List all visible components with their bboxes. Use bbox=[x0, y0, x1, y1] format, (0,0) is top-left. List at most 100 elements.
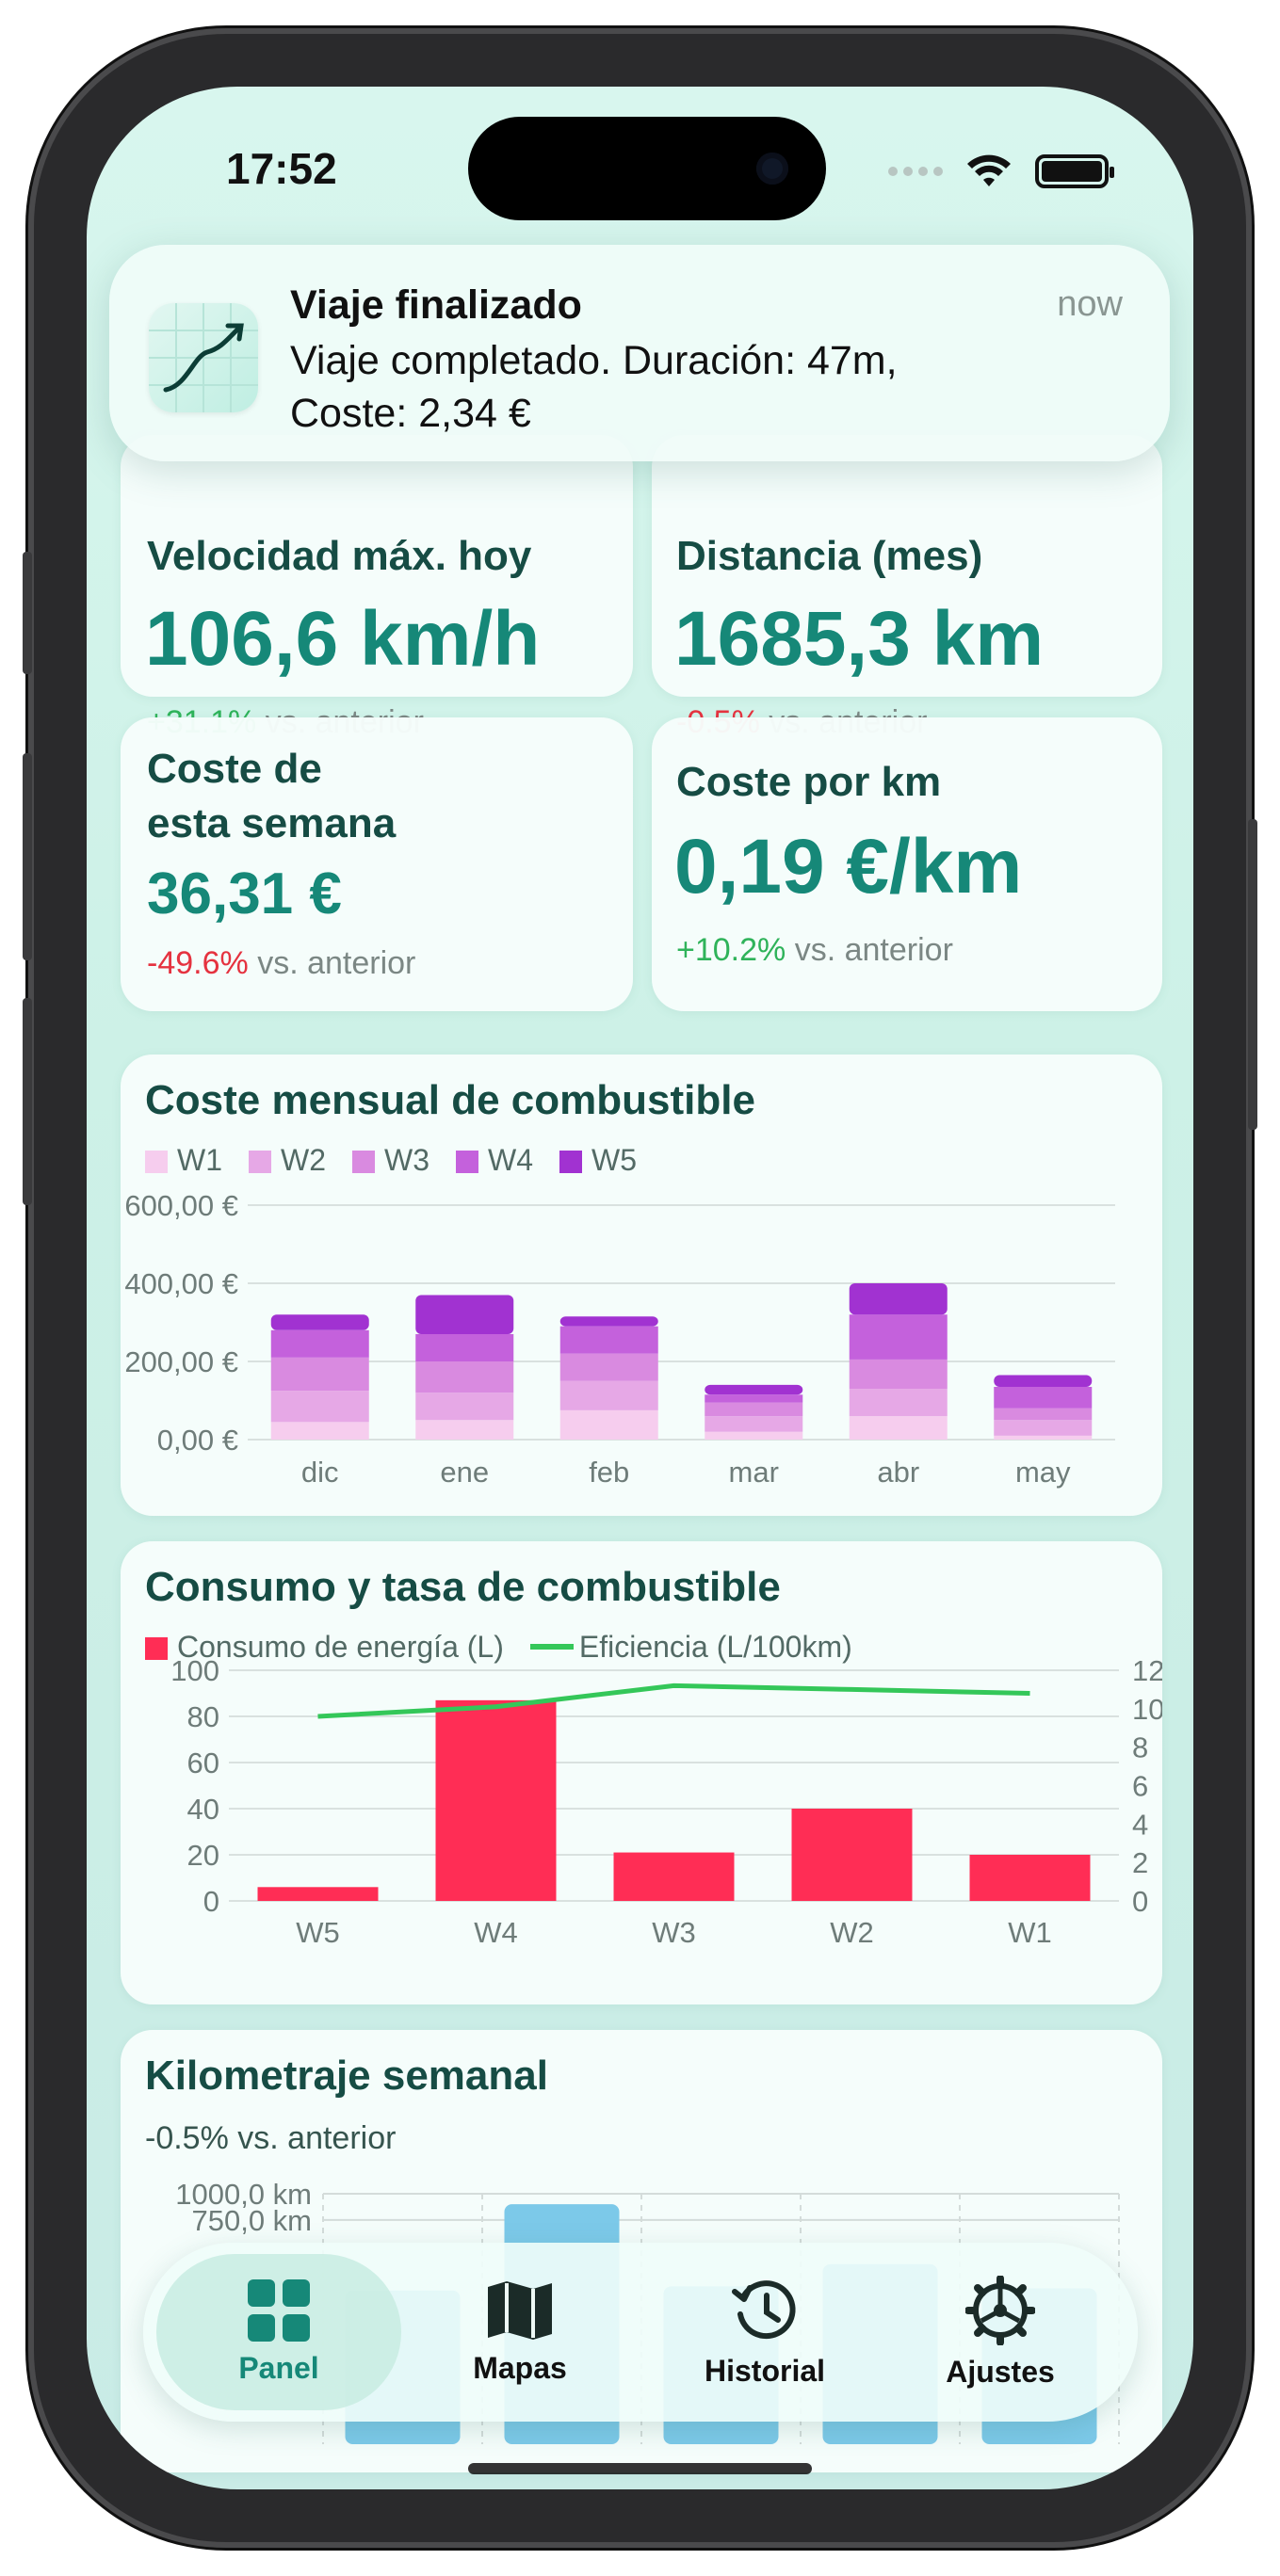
bar-w2-ene bbox=[415, 1393, 514, 1421]
status-indicators bbox=[888, 153, 1114, 190]
x-tick-label: W3 bbox=[652, 1916, 696, 1949]
tab-historial[interactable]: Historial bbox=[642, 2243, 887, 2422]
dynamic-island bbox=[468, 117, 826, 220]
bar-w4-may bbox=[994, 1386, 1093, 1409]
bar-w1-abr bbox=[849, 1416, 948, 1440]
x-tick-label: mar bbox=[729, 1456, 779, 1489]
bar-w1-ene bbox=[415, 1420, 514, 1440]
tab-bar: Panel Mapas Historial Ajustes bbox=[143, 2243, 1138, 2422]
bar-w1-mar bbox=[705, 1431, 803, 1440]
consumption-bar-W3 bbox=[613, 1852, 735, 1901]
y-left-tick-label: 80 bbox=[187, 1700, 219, 1733]
bar-w2-mar bbox=[705, 1416, 803, 1432]
monthly-fuel-cost-card[interactable]: Coste mensual de combustible W1 W2 W3 W4… bbox=[121, 1055, 1162, 1516]
fuel-consumption-chart: 0 20 40 60 80 100 0 2 4 6 8 10 12 W5 W4 W3 W2 W1 bbox=[170, 1654, 1162, 1949]
monthly-fuel-cost-chart: 0,00 € 200,00 € 400,00 € 600,00 € dic ene feb m… bbox=[124, 1189, 1115, 1489]
volume-down-button bbox=[23, 998, 32, 1205]
bar-w4-ene bbox=[415, 1333, 514, 1361]
delta-suffix: vs. anterior bbox=[257, 945, 416, 981]
bar-w2-feb bbox=[559, 1380, 658, 1410]
y-tick-label: 0,00 € bbox=[157, 1424, 238, 1457]
max-speed-card[interactable]: Velocidad máx. hoy 106,6 km/h +31.1% vs.… bbox=[121, 435, 633, 740]
x-tick-label: W5 bbox=[296, 1916, 340, 1949]
cellular-signal-icon bbox=[888, 167, 943, 176]
bar-w4-feb bbox=[559, 1326, 658, 1354]
map-icon bbox=[488, 2280, 552, 2340]
x-tick-label: feb bbox=[589, 1456, 629, 1489]
bar-w5-feb bbox=[559, 1316, 658, 1327]
week-cost-card[interactable]: Coste de esta semana 36,31 € -49.6% vs. … bbox=[121, 717, 633, 1011]
tab-label: Ajustes bbox=[946, 2354, 1055, 2389]
cost-per-km-card[interactable]: Coste por km 0,19 €/km +10.2% vs. anteri… bbox=[652, 717, 1162, 1011]
y-right-tick-label: 8 bbox=[1132, 1731, 1148, 1764]
card-title: Distancia (mes) bbox=[676, 533, 983, 579]
tab-ajustes[interactable]: Ajustes bbox=[878, 2243, 1123, 2422]
y-left-tick-label: 60 bbox=[187, 1747, 219, 1779]
fuel-consumption-card[interactable]: Consumo y tasa de combustible Consumo de… bbox=[121, 1541, 1162, 2004]
home-indicator[interactable] bbox=[468, 2463, 812, 2474]
y-right-tick-label: 6 bbox=[1132, 1770, 1148, 1803]
stat-value: 0,19 €/km bbox=[674, 824, 1023, 910]
y-right-tick-label: 4 bbox=[1132, 1808, 1148, 1841]
notification-body: Viaje completado. Duración: 47m, Coste: … bbox=[290, 338, 898, 436]
bar-w4-dic bbox=[270, 1329, 369, 1358]
camera-icon bbox=[756, 153, 788, 185]
x-tick-label: dic bbox=[301, 1456, 339, 1489]
grid-icon bbox=[248, 2278, 310, 2342]
distance-card[interactable]: Distancia (mes) 1685,3 km -0.5% vs. ante… bbox=[652, 435, 1162, 740]
y-left-tick-label: 0 bbox=[203, 1885, 219, 1918]
trend-chart-icon bbox=[149, 303, 258, 412]
y-tick-label: 600,00 € bbox=[124, 1189, 238, 1222]
consumption-bar-W5 bbox=[257, 1887, 379, 1901]
status-time: 17:52 bbox=[226, 144, 337, 193]
y-right-tick-label: 2 bbox=[1132, 1846, 1148, 1879]
notification-title: Viaje finalizado bbox=[290, 282, 582, 328]
bar-w2-dic bbox=[270, 1391, 369, 1423]
trip-notification-banner[interactable]: Viaje finalizado Viaje completado. Durac… bbox=[109, 245, 1170, 461]
tab-label: Panel bbox=[238, 2350, 319, 2385]
x-tick-label: may bbox=[1015, 1456, 1071, 1489]
bar-w5-mar bbox=[705, 1384, 803, 1395]
action-button bbox=[23, 552, 32, 674]
stat-value: 36,31 € bbox=[147, 861, 342, 926]
x-tick-label: W4 bbox=[474, 1916, 518, 1949]
card-title-line1: Coste de bbox=[147, 746, 322, 792]
bar-w5-abr bbox=[849, 1283, 948, 1315]
stat-delta: -49.6% vs. anterior bbox=[147, 945, 415, 982]
wifi-icon bbox=[967, 154, 1011, 186]
bar-w3-mar bbox=[705, 1402, 803, 1417]
y-left-tick-label: 20 bbox=[187, 1839, 219, 1872]
bar-w2-abr bbox=[849, 1389, 948, 1417]
battery-icon bbox=[1035, 154, 1114, 188]
bar-w1-feb bbox=[559, 1409, 658, 1440]
bar-w4-mar bbox=[705, 1394, 803, 1403]
stat-value: 106,6 km/h bbox=[145, 596, 541, 682]
tab-panel[interactable]: Panel bbox=[156, 2254, 401, 2410]
y-tick-label: 750,0 km bbox=[191, 2204, 312, 2237]
settings-gear-icon bbox=[965, 2275, 1035, 2345]
y-tick-label: 200,00 € bbox=[124, 1345, 238, 1378]
card-title-line2: esta semana bbox=[147, 800, 397, 846]
x-tick-label: W2 bbox=[830, 1916, 874, 1949]
tab-label: Historial bbox=[704, 2353, 826, 2388]
delta-percent: +10.2% bbox=[676, 932, 786, 968]
x-tick-label: W1 bbox=[1008, 1916, 1052, 1949]
history-clock-icon bbox=[732, 2279, 796, 2339]
y-right-tick-label: 0 bbox=[1132, 1885, 1148, 1918]
bar-w5-ene bbox=[415, 1295, 514, 1334]
power-button bbox=[1248, 819, 1257, 1130]
card-title: Velocidad máx. hoy bbox=[147, 533, 532, 579]
stat-delta: +10.2% vs. anterior bbox=[676, 932, 953, 969]
consumption-bar-W4 bbox=[435, 1699, 557, 1901]
efficiency-line bbox=[317, 1682, 1030, 1719]
stat-value: 1685,3 km bbox=[674, 596, 1045, 682]
bar-w5-may bbox=[994, 1375, 1093, 1387]
bar-w3-feb bbox=[559, 1353, 658, 1381]
bar-w1-may bbox=[994, 1435, 1093, 1440]
tab-mapas[interactable]: Mapas bbox=[397, 2243, 642, 2422]
consumption-bar-W1 bbox=[969, 1855, 1091, 1901]
delta-suffix: vs. anterior bbox=[794, 932, 953, 968]
bar-w4-abr bbox=[849, 1314, 948, 1360]
bar-w3-dic bbox=[270, 1357, 369, 1392]
y-right-tick-label: 10 bbox=[1132, 1693, 1162, 1726]
